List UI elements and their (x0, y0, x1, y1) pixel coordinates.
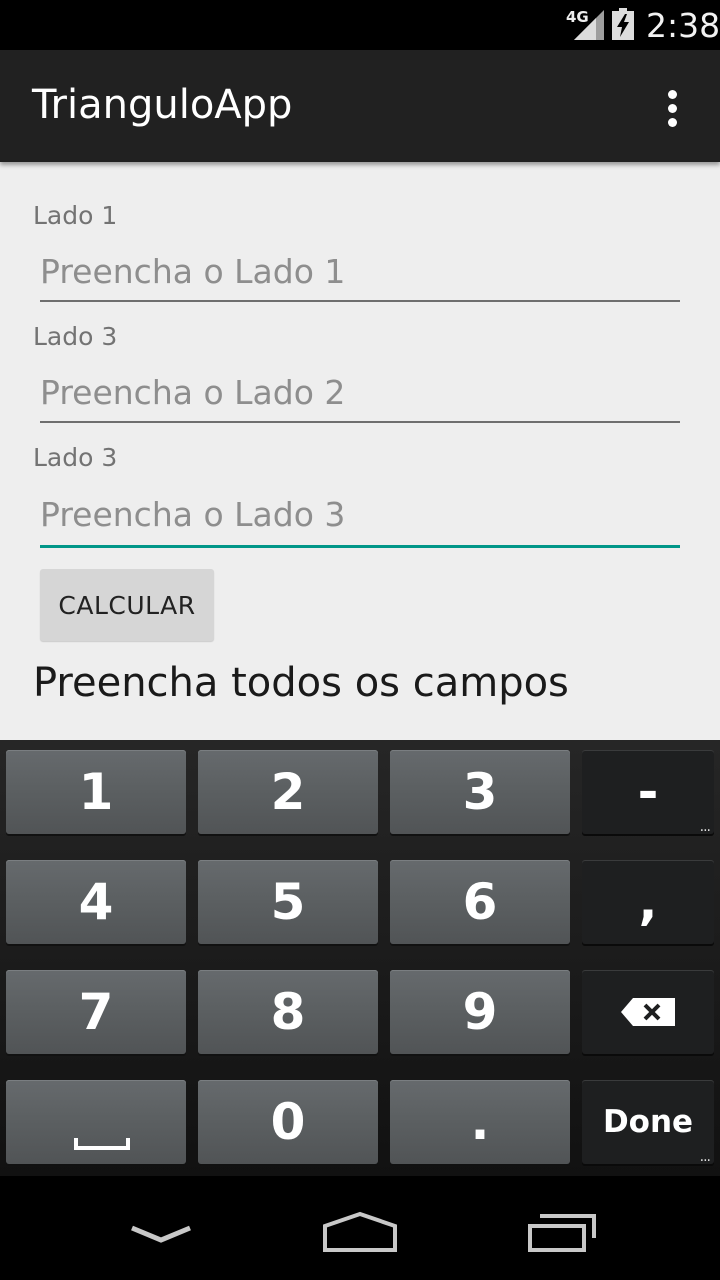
result-text: Preencha todos os campos (33, 660, 569, 706)
key-3[interactable]: 3 (390, 750, 570, 834)
key-9[interactable]: 9 (390, 970, 570, 1054)
space-icon (74, 1138, 130, 1150)
form-container: Lado 1 Lado 3 Lado 3 CALCULAR Preencha t… (0, 162, 720, 740)
lado3-input[interactable] (40, 484, 680, 548)
numeric-keyboard: 1 2 3 - ... 4 5 6 , 7 8 9 0 . Done ... (0, 740, 720, 1176)
lado2-input[interactable] (40, 363, 680, 423)
key-7[interactable]: 7 (6, 970, 186, 1054)
key-minus[interactable]: - ... (582, 750, 714, 834)
key-comma[interactable]: , (582, 860, 714, 944)
key-done-label: Done (602, 1104, 694, 1140)
key-backspace[interactable] (582, 970, 714, 1054)
app-title: TrianguloApp (32, 82, 293, 128)
navigation-bar (0, 1176, 720, 1280)
clock: 2:38 (646, 6, 720, 45)
field-label-lado3: Lado 3 (33, 443, 118, 472)
key-space[interactable] (6, 1080, 186, 1164)
key-2[interactable]: 2 (198, 750, 378, 834)
backspace-icon (621, 998, 675, 1026)
field-label-lado1: Lado 1 (33, 201, 118, 230)
app-bar: TrianguloApp (0, 50, 720, 162)
key-0[interactable]: 0 (198, 1080, 378, 1164)
recent-apps-icon (528, 1214, 596, 1252)
field-label-lado2: Lado 3 (33, 322, 118, 351)
key-period[interactable]: . (390, 1080, 570, 1164)
key-done[interactable]: Done ... (582, 1080, 714, 1164)
status-bar: 4G 2:38 (0, 0, 720, 50)
battery-charging-icon (612, 8, 634, 40)
back-button[interactable] (106, 1196, 216, 1266)
recent-apps-button[interactable] (508, 1196, 618, 1266)
key-8[interactable]: 8 (198, 970, 378, 1054)
key-4[interactable]: 4 (6, 860, 186, 944)
more-keys-indicator: ... (699, 1149, 711, 1165)
signal-icon (574, 10, 604, 40)
overflow-menu-icon[interactable] (648, 84, 696, 132)
home-button[interactable] (305, 1196, 415, 1266)
key-5[interactable]: 5 (198, 860, 378, 944)
more-keys-indicator: ... (699, 819, 711, 835)
calcular-button[interactable]: CALCULAR (40, 569, 214, 641)
key-1[interactable]: 1 (6, 750, 186, 834)
chevron-down-icon (131, 1225, 191, 1243)
key-6[interactable]: 6 (390, 860, 570, 944)
key-minus-label: - (637, 763, 659, 821)
lado1-input[interactable] (40, 242, 680, 302)
home-icon (323, 1211, 397, 1252)
